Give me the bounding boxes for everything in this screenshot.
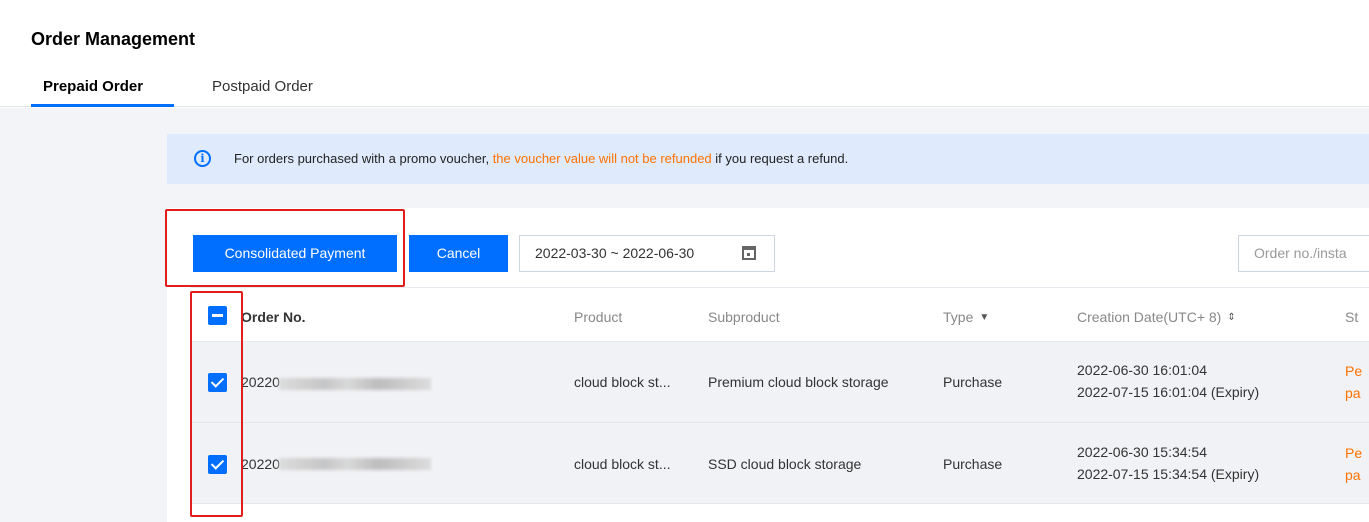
- filter-icon[interactable]: ▼: [979, 312, 989, 323]
- date-range-picker[interactable]: 2022-03-30 ~ 2022-06-30: [519, 235, 775, 272]
- select-all-checkbox[interactable]: [208, 306, 227, 325]
- status[interactable]: Pe pa: [1345, 360, 1369, 404]
- column-subproduct: Subproduct: [708, 309, 780, 325]
- subproduct: SSD cloud block storage: [708, 456, 862, 472]
- order-no[interactable]: 20220: [241, 456, 280, 472]
- status-line-1: Pe: [1345, 363, 1363, 379]
- page-header: Order Management Prepaid Order Postpaid …: [0, 0, 1369, 107]
- active-tab-indicator: [31, 104, 174, 107]
- notice-text-highlight: the voucher value will not be refunded: [492, 151, 712, 166]
- column-type[interactable]: Type ▼: [943, 309, 989, 325]
- row-checkbox[interactable]: [208, 373, 227, 392]
- notice-banner: i For orders purchased with a promo vouc…: [167, 134, 1369, 184]
- calendar-icon[interactable]: [742, 246, 756, 260]
- consolidated-payment-button[interactable]: Consolidated Payment: [193, 235, 397, 272]
- search-input[interactable]: Order no./insta: [1238, 235, 1369, 272]
- redacted-order-no: [279, 458, 431, 470]
- column-type-label: Type: [943, 309, 974, 325]
- column-product: Product: [574, 309, 623, 325]
- table-header: Order No. Product Subproduct Type ▼ Creat…: [191, 287, 1369, 342]
- status-line-2: pa: [1345, 467, 1361, 483]
- notice-text: For orders purchased with a promo vouche…: [234, 151, 848, 166]
- column-status: St: [1345, 309, 1359, 325]
- row-checkbox[interactable]: [208, 455, 227, 474]
- column-creation-date[interactable]: Creation Date(UTC+ 8) ⇕: [1077, 309, 1236, 325]
- page-title: Order Management: [31, 29, 196, 49]
- tab-postpaid-order[interactable]: Postpaid Order: [212, 78, 313, 95]
- table-row[interactable]: 20220 cloud block st... SSD cloud block …: [191, 423, 1369, 504]
- expiry-date: 2022-07-15 16:01:04 (Expiry): [1077, 384, 1260, 400]
- date-range-value: 2022-03-30 ~ 2022-06-30: [535, 245, 695, 261]
- status-line-1: Pe: [1345, 445, 1363, 461]
- tab-prepaid-order[interactable]: Prepaid Order: [43, 78, 143, 95]
- product: cloud block st...: [574, 374, 671, 390]
- column-creation-date-label: Creation Date(UTC+ 8): [1077, 309, 1222, 325]
- status-line-2: pa: [1345, 385, 1361, 401]
- type: Purchase: [943, 456, 1003, 472]
- type: Purchase: [943, 374, 1003, 390]
- product: cloud block st...: [574, 456, 671, 472]
- status[interactable]: Pe pa: [1345, 442, 1369, 486]
- table-row[interactable]: 20220 cloud block st... Premium cloud bl…: [191, 342, 1369, 423]
- subproduct: Premium cloud block storage: [708, 374, 889, 390]
- created-date: 2022-06-30 15:34:54: [1077, 444, 1207, 460]
- info-icon: i: [194, 150, 211, 167]
- redacted-order-no: [279, 378, 431, 390]
- sort-icon[interactable]: ⇕: [1227, 312, 1235, 323]
- expiry-date: 2022-07-15 15:34:54 (Expiry): [1077, 466, 1260, 482]
- created-date: 2022-06-30 16:01:04: [1077, 362, 1207, 378]
- cancel-button[interactable]: Cancel: [409, 235, 508, 272]
- notice-text-before: For orders purchased with a promo vouche…: [234, 151, 493, 166]
- notice-text-after: if you request a refund.: [711, 151, 849, 166]
- column-order-no: Order No.: [241, 309, 306, 325]
- order-no[interactable]: 20220: [241, 374, 280, 390]
